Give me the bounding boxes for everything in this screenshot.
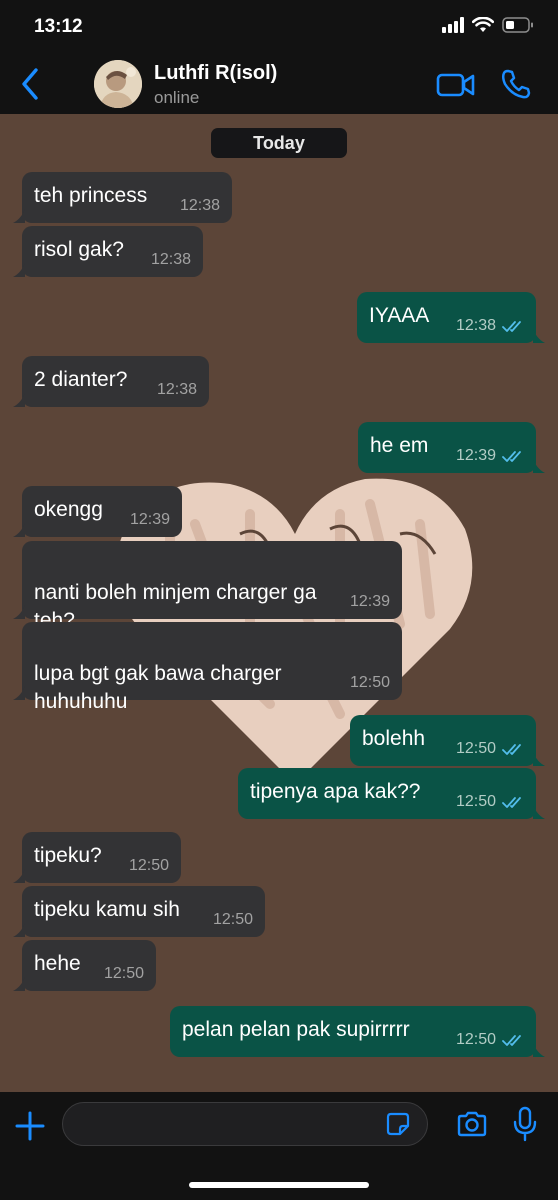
message-input-bar [0, 1092, 558, 1200]
message-text: tipeku? [34, 844, 102, 867]
message-time: 12:50 [455, 740, 496, 757]
back-chevron-icon[interactable] [16, 66, 46, 102]
message-time: 12:39 [349, 593, 390, 610]
status-time: 13:12 [34, 16, 83, 37]
bubble-tail [533, 459, 545, 473]
microphone-icon[interactable] [512, 1106, 538, 1142]
bubble-tail [13, 923, 25, 937]
message-time: 12:50 [455, 793, 496, 810]
bubble-tail [533, 329, 545, 343]
message-text: okengg [34, 498, 103, 521]
bubble-tail [13, 977, 25, 991]
status-bar: 13:12 [0, 0, 558, 54]
message-input[interactable] [62, 1102, 428, 1146]
message-text: risol gak? [34, 238, 124, 261]
message-bubble[interactable]: nanti boleh minjem charger ga teh? 12:39 [13, 541, 402, 632]
message-text: hehe [34, 952, 81, 975]
message-text: 2 dianter? [34, 368, 128, 391]
bubble-tail [13, 523, 25, 537]
bubble-tail [533, 805, 545, 819]
bubble-tail [533, 752, 545, 766]
message-bubble[interactable]: he em 12:39 [358, 422, 545, 473]
bubble-tail [533, 1043, 545, 1057]
bubble-tail [13, 605, 25, 619]
message-time: 12:50 [128, 857, 169, 874]
bubble-tail [13, 686, 25, 700]
message-bubble[interactable]: 2 dianter? 12:38 [13, 356, 209, 407]
wifi-icon [472, 17, 494, 32]
message-text: IYAAA [369, 304, 430, 327]
battery-icon [502, 17, 533, 33]
message-time: 12:39 [129, 511, 170, 528]
read-receipt-icon [502, 744, 521, 755]
sticker-icon[interactable] [386, 1112, 410, 1136]
bubble-tail [13, 209, 25, 223]
message-bubble[interactable]: tipenya apa kak?? 12:50 [238, 768, 545, 819]
message-text: bolehh [362, 727, 426, 750]
message-bubble[interactable]: bolehh 12:50 [350, 715, 545, 766]
message-bubble[interactable]: hehe 12:50 [13, 940, 156, 991]
message-text: tipeku kamu sih [34, 898, 180, 921]
message-bubble[interactable]: tipeku? 12:50 [13, 832, 181, 883]
message-bubble[interactable]: okengg 12:39 [13, 486, 182, 537]
message-bubble[interactable]: tipeku kamu sih 12:50 [13, 886, 265, 937]
message-time: 12:38 [156, 381, 197, 398]
message-time: 12:50 [103, 965, 144, 982]
signal-icon [442, 17, 464, 33]
video-call-icon[interactable] [436, 70, 476, 100]
message-text: pelan pelan pak supirrrrr [182, 1018, 410, 1041]
message-bubble[interactable]: teh princess 12:38 [13, 172, 232, 223]
message-text: teh princess [34, 184, 148, 207]
bubble-tail [13, 263, 25, 277]
message-time: 12:38 [455, 317, 496, 334]
read-receipt-icon [502, 451, 521, 462]
plus-icon[interactable] [14, 1110, 46, 1142]
message-bubble[interactable]: pelan pelan pak supirrrrr 12:50 [170, 1006, 545, 1057]
message-time: 12:50 [349, 674, 390, 691]
message-time: 12:38 [179, 197, 220, 214]
date-divider: Today [211, 128, 347, 158]
message-text: tipenya apa kak?? [250, 780, 421, 803]
read-receipt-icon [502, 1035, 521, 1046]
message-time: 12:50 [212, 911, 253, 928]
message-bubble[interactable]: IYAAA 12:38 [357, 292, 545, 343]
camera-icon[interactable] [456, 1110, 488, 1138]
bubble-tail [13, 393, 25, 407]
message-time: 12:50 [455, 1031, 496, 1048]
contact-avatar[interactable] [94, 60, 142, 108]
message-bubble[interactable]: risol gak? 12:38 [13, 226, 203, 277]
message-time: 12:38 [150, 251, 191, 268]
chat-header: Luthfi R(isol) online [0, 54, 558, 114]
contact-name[interactable]: Luthfi R(isol) [154, 62, 277, 85]
bubble-tail [13, 869, 25, 883]
message-bubble[interactable]: lupa bgt gak bawa charger huhuhuhu 12:50 [13, 622, 402, 713]
message-text: he em [370, 434, 429, 457]
home-indicator[interactable] [189, 1182, 369, 1188]
read-receipt-icon [502, 321, 521, 332]
read-receipt-icon [502, 797, 521, 808]
chat-area[interactable]: Today teh princess 12:38 risol gak? 12:3… [0, 114, 558, 1092]
voice-call-icon[interactable] [500, 68, 532, 100]
contact-status: online [154, 88, 200, 107]
message-time: 12:39 [455, 447, 496, 464]
